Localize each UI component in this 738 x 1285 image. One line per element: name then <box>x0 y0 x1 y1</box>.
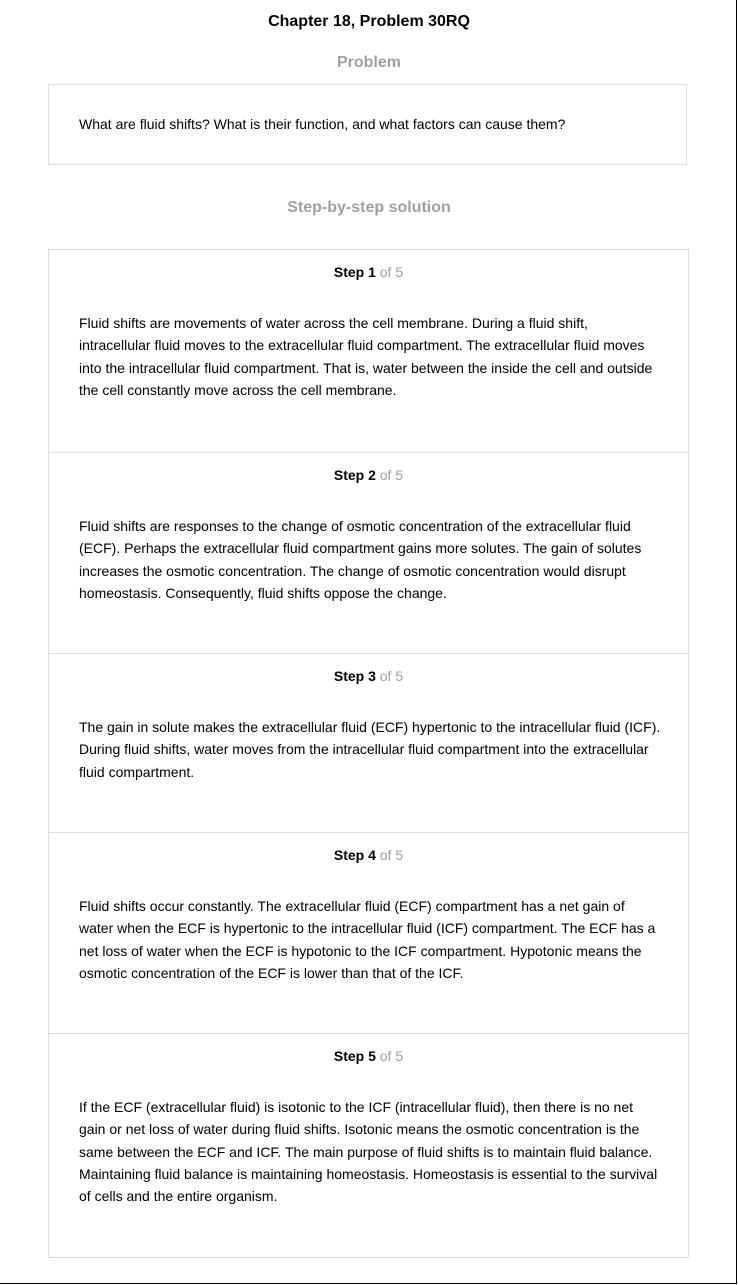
step-header: Step 1 of 5 <box>49 263 688 281</box>
step-header: Step 4 of 5 <box>49 846 688 864</box>
step-text: Fluid shifts occur constantly. The extra… <box>79 898 656 981</box>
step-3: Step 3 of 5 The gain in solute makes the… <box>49 653 688 832</box>
problem-heading: Problem <box>336 54 401 71</box>
steps-box: Step 1 of 5 Fluid shifts are movements o… <box>48 249 689 1258</box>
step-label: Step 4 <box>333 847 376 863</box>
step-header: Step 3 of 5 <box>49 667 688 685</box>
step-text: Fluid shifts are movements of water acro… <box>79 315 653 398</box>
step-4: Step 4 of 5 Fluid shifts occur constantl… <box>49 832 688 1033</box>
step-text: The gain in solute makes the extracellul… <box>79 719 661 780</box>
step-header: Step 5 of 5 <box>49 1047 688 1065</box>
step-label: Step 5 <box>333 1048 376 1064</box>
step-5: Step 5 of 5 If the ECF (extracellular fl… <box>49 1033 688 1257</box>
step-count: of 5 <box>379 467 404 483</box>
step-2: Step 2 of 5 Fluid shifts are responses t… <box>49 452 688 653</box>
step-count: of 5 <box>379 847 404 863</box>
step-header: Step 2 of 5 <box>49 466 688 484</box>
step-label: Step 3 <box>333 668 376 684</box>
step-count: of 5 <box>379 264 404 280</box>
problem-box: What are fluid shifts? What is their fun… <box>48 84 687 165</box>
step-1: Step 1 of 5 Fluid shifts are movements o… <box>49 250 688 452</box>
step-label: Step 1 <box>333 264 376 280</box>
problem-text: What are fluid shifts? What is their fun… <box>79 116 566 132</box>
step-label: Step 2 <box>333 467 376 483</box>
solution-heading: Step-by-step solution <box>287 199 451 216</box>
page-title: Chapter 18, Problem 30RQ <box>268 13 470 30</box>
step-count: of 5 <box>379 668 404 684</box>
step-text: If the ECF (extracellular fluid) is isot… <box>79 1099 658 1205</box>
step-count: of 5 <box>379 1048 404 1064</box>
step-text: Fluid shifts are responses to the change… <box>79 518 642 601</box>
